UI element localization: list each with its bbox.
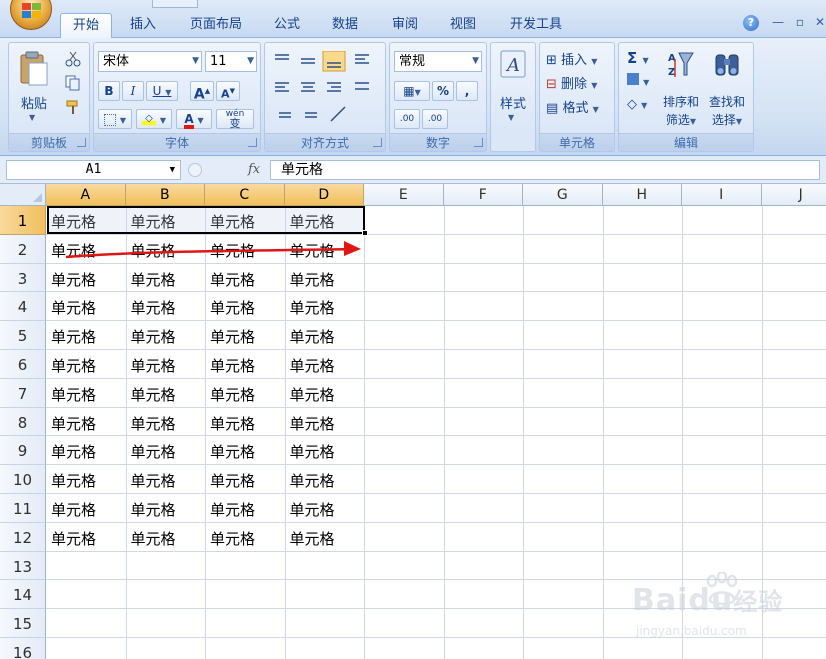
annotation-arrow bbox=[65, 241, 361, 259]
red-arrow-head bbox=[344, 241, 361, 256]
red-arrow-line bbox=[65, 247, 359, 259]
excel-window: 开始 插入 页面布局 公式 数据 审阅 视图 开发工具 ? — ▫ ✕ 粘贴 ▼ bbox=[0, 0, 826, 659]
baidu-watermark: Baidu经验 jingyan.baidu.com bbox=[632, 572, 822, 652]
watermark-brand: Baidu经验 bbox=[632, 583, 784, 618]
watermark-url: jingyan.baidu.com bbox=[636, 624, 747, 638]
